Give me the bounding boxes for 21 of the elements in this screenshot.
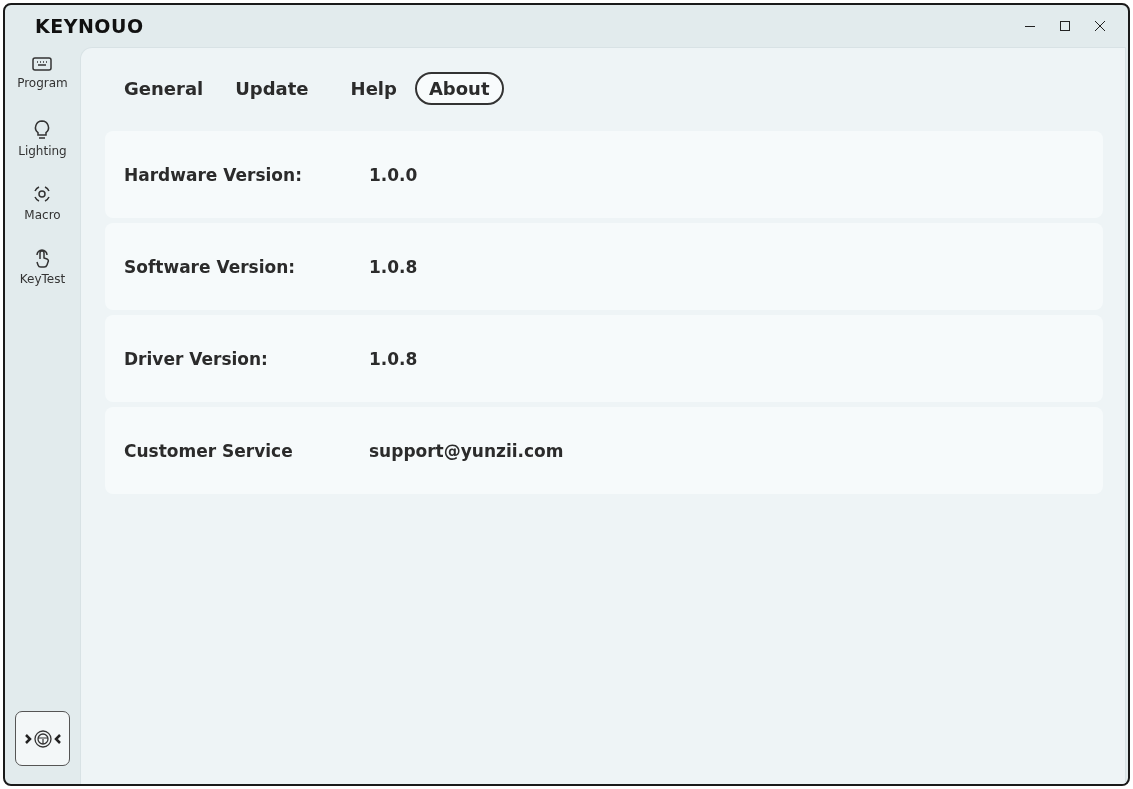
expand-button[interactable]	[15, 711, 70, 766]
info-value: 1.0.8	[369, 256, 418, 277]
info-value: 1.0.8	[369, 348, 418, 369]
tab[interactable]: Help	[336, 72, 411, 105]
keyboard-icon[interactable]	[31, 55, 54, 73]
info-value: support@yunzii.com	[369, 440, 564, 461]
tab[interactable]: About	[414, 72, 504, 105]
sidebar-item[interactable]: Lighting	[18, 144, 67, 158]
info-label: Driver Version:	[124, 348, 269, 369]
tab[interactable]: Update	[221, 72, 323, 105]
info-label: Customer Service	[124, 440, 294, 461]
info-value: 1.0.0	[369, 164, 418, 185]
sidebar-item[interactable]: Program	[17, 76, 68, 90]
tab[interactable]: General	[110, 72, 218, 105]
close-icon[interactable]	[1094, 20, 1106, 32]
app-logo: KEYNOUO	[35, 15, 144, 37]
maximize-icon[interactable]	[1059, 20, 1071, 32]
info-label: Hardware Version:	[124, 164, 303, 185]
sidebar-item[interactable]: Macro	[24, 208, 61, 222]
info-label: Software Version:	[124, 256, 297, 277]
sidebar-item[interactable]: KeyTest	[19, 272, 66, 286]
